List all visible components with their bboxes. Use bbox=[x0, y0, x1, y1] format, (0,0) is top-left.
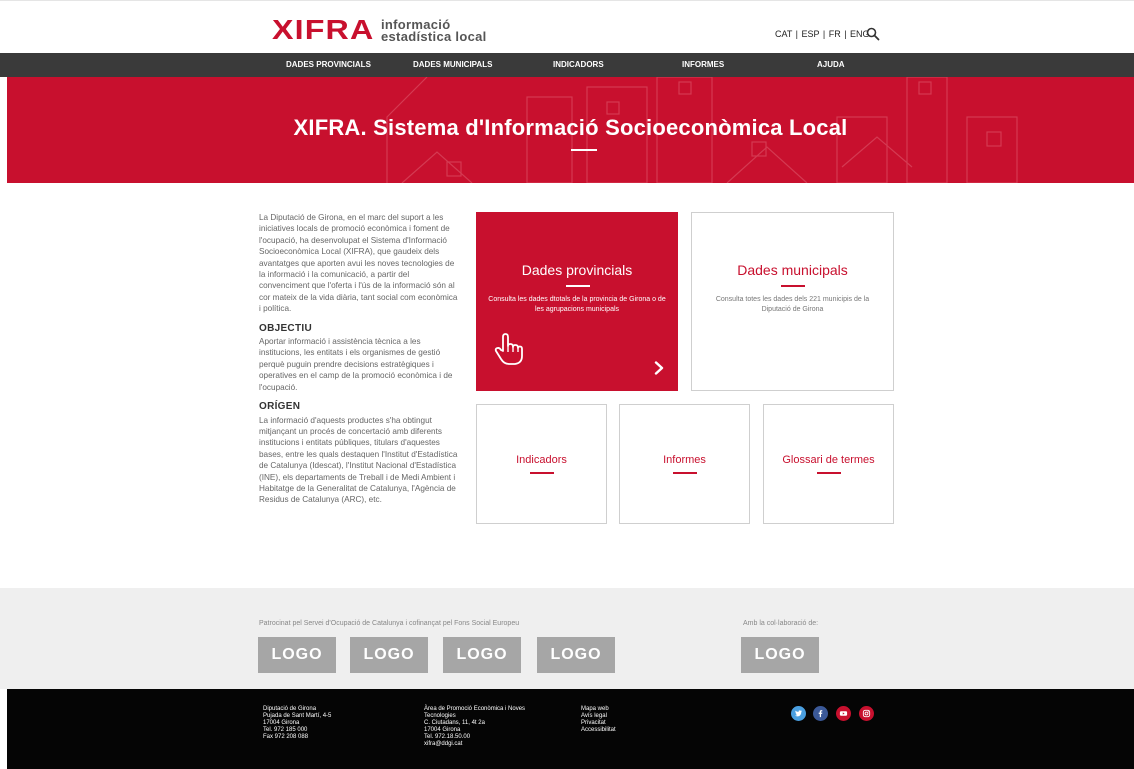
origen-heading: ORÍGEN bbox=[259, 401, 301, 413]
card-title: Dades provincials bbox=[521, 262, 633, 278]
language-selector[interactable]: CAT | ESP | FR | ENG bbox=[775, 29, 870, 39]
instagram-icon[interactable] bbox=[859, 706, 874, 721]
chevron-right-icon[interactable] bbox=[653, 361, 665, 375]
hero-banner: XIFRA. Sistema d'Informació Socioeconòmi… bbox=[7, 77, 1134, 183]
footer-address-area: Àrea de Promoció Econòmica i Noves Tecno… bbox=[424, 706, 525, 748]
sponsor-logo[interactable]: LOGO bbox=[537, 637, 615, 673]
site-footer: Diputació de Girona Pujada de Sant Martí… bbox=[7, 689, 1134, 769]
footer-line: Àrea de Promoció Econòmica i Noves bbox=[424, 706, 526, 712]
sponsors-text: Patrocinat pel Servei d'Ocupació de Cata… bbox=[259, 620, 520, 627]
card-glossari-de-termes[interactable]: Glossari de termes bbox=[763, 404, 894, 524]
card-title: Informes bbox=[663, 454, 706, 466]
card-description: Consulta les dades dtotals de la provinc… bbox=[488, 296, 666, 313]
title-underline bbox=[571, 149, 597, 151]
footer-line: C. Ciutadans, 11, 4t 2a bbox=[424, 720, 485, 726]
footer-line: Tel. 972 185 000 bbox=[263, 727, 308, 733]
objectiu-text: Aportar informació i assistència tècnica… bbox=[259, 337, 453, 392]
nav-item-dades-provincials[interactable]: DADES PROVINCIALS bbox=[286, 53, 371, 77]
card-dades-municipals[interactable]: Dades municipals Consulta totes les dade… bbox=[691, 212, 894, 391]
logo-subtitle-line2: estadística local bbox=[381, 29, 487, 44]
logo-wordmark: XIFRA bbox=[272, 14, 375, 45]
youtube-icon[interactable] bbox=[836, 706, 851, 721]
sponsor-logo[interactable]: LOGO bbox=[443, 637, 521, 673]
card-description: Consulta totes les dades dels 221 munici… bbox=[715, 296, 870, 313]
footer-address-diputacio: Diputació de Girona Pujada de Sant Martí… bbox=[263, 706, 331, 741]
footer-link-privacitat[interactable]: Privacitat bbox=[581, 720, 616, 727]
footer-line: 17004 Girona bbox=[263, 720, 300, 726]
search-icon[interactable] bbox=[866, 27, 880, 41]
logo-subtitle: informació estadística local bbox=[381, 18, 487, 44]
footer-link-accessibilitat[interactable]: Accessibilitat bbox=[581, 727, 616, 734]
hand-pointer-icon bbox=[494, 333, 523, 365]
collaborator-logo[interactable]: LOGO bbox=[741, 637, 819, 673]
sponsor-logo[interactable]: LOGO bbox=[258, 637, 336, 673]
card-underline bbox=[673, 472, 697, 474]
intro-paragraph: La Diputació de Girona, en el marc del s… bbox=[259, 213, 458, 314]
nav-item-informes[interactable]: INFORMES bbox=[682, 53, 724, 77]
nav-item-indicadors[interactable]: INDICADORS bbox=[553, 53, 604, 77]
collaboration-text: Amb la col·laboració de: bbox=[743, 620, 819, 627]
footer-link-mapa-web[interactable]: Mapa web bbox=[581, 706, 616, 713]
footer-line: Tel. 972.18.50.00 bbox=[424, 734, 471, 740]
footer-email-link[interactable]: xifra@ddgi.cat bbox=[424, 741, 525, 748]
footer-link-avis-legal[interactable]: Avís legal bbox=[581, 713, 616, 720]
sponsor-logo[interactable]: LOGO bbox=[350, 637, 428, 673]
card-title: Glossari de termes bbox=[782, 454, 875, 466]
card-underline bbox=[566, 285, 590, 287]
twitter-icon[interactable] bbox=[791, 706, 806, 721]
facebook-icon[interactable] bbox=[813, 706, 828, 721]
card-underline bbox=[781, 285, 805, 287]
card-underline bbox=[530, 472, 554, 474]
nav-item-ajuda[interactable]: AJUDA bbox=[817, 53, 845, 77]
footer-line: Tecnologies bbox=[424, 713, 456, 719]
card-title: Indicadors bbox=[516, 454, 567, 466]
page-title: XIFRA. Sistema d'Informació Socioeconòmi… bbox=[293, 115, 848, 140]
card-dades-provincials[interactable]: Dades provincials Consulta les dades dto… bbox=[476, 212, 678, 391]
footer-line: 17004 Girona bbox=[424, 727, 461, 733]
main-nav: DADES PROVINCIALS DADES MUNICIPALS INDIC… bbox=[0, 53, 1134, 77]
footer-links: Mapa web Avís legal Privacitat Accessibi… bbox=[581, 706, 616, 734]
card-indicadors[interactable]: Indicadors bbox=[476, 404, 607, 524]
footer-line: Diputació de Girona bbox=[263, 706, 317, 712]
origen-text: La informació d'aquests productes s'ha o… bbox=[259, 415, 458, 505]
footer-line: Fax 972 208 088 bbox=[263, 734, 309, 740]
intro-section: La Diputació de Girona, en el marc del s… bbox=[259, 212, 459, 506]
card-underline bbox=[817, 472, 841, 474]
footer-line: Pujada de Sant Martí, 4-5 bbox=[263, 713, 332, 719]
site-header: XIFRA informació estadística local CAT |… bbox=[0, 0, 1134, 53]
sponsors-section: Patrocinat pel Servei d'Ocupació de Cata… bbox=[0, 588, 1134, 689]
card-informes[interactable]: Informes bbox=[619, 404, 750, 524]
card-title: Dades municipals bbox=[737, 262, 848, 278]
objectiu-heading: OBJECTIU bbox=[259, 322, 312, 334]
nav-item-dades-municipals[interactable]: DADES MUNICIPALS bbox=[413, 53, 492, 77]
site-logo[interactable]: XIFRA informació estadística local bbox=[272, 14, 487, 45]
